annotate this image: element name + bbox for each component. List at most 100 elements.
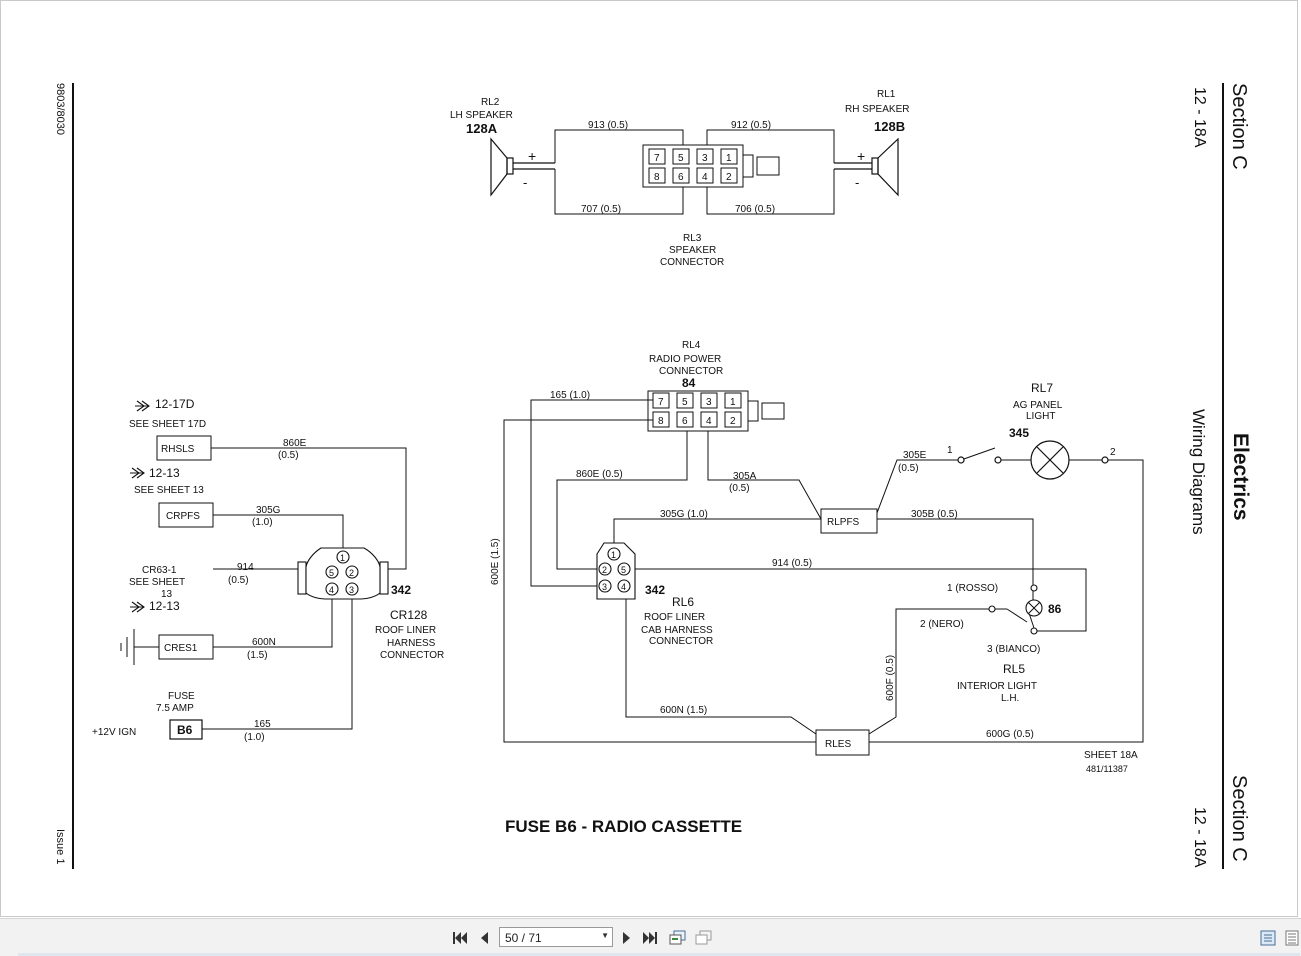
first-page-icon[interactable] [450,928,470,948]
fuse-label: FUSE [168,691,195,702]
cr128-line3: CONNECTOR [380,650,444,661]
cr128-pin: 3 [349,585,354,595]
single-page-view-icon[interactable] [694,928,714,948]
sheet-ref: SHEET 18A [1084,750,1138,761]
rl6-pin: 1 [611,550,616,560]
crpfs-label: CRPFS [166,511,200,522]
wire-600e-label: 600E (1.5) [490,538,501,585]
speaker-connector [642,144,780,188]
wiring-diagram: 9803/8030 Issue 1 Section C 12 - 18A Ele… [54,83,1252,869]
ign-label: +12V IGN [92,727,136,738]
speaker-conn-pin: 8 [654,172,660,183]
rl7-code: RL7 [1031,381,1053,395]
rl5-rosso: 1 (ROSSO) [947,583,998,594]
rl4-code: RL4 [682,340,701,351]
rl4-ref: 84 [682,376,696,390]
page-number-field[interactable]: 50 / 71 ▼ [499,927,613,947]
lh-minus-sign: - [523,175,527,190]
rl5-nero: 2 (NERO) [920,619,964,630]
speaker-conn-pin: 5 [678,153,684,164]
page-indicator: 50 / 71 [505,931,542,945]
cr128-pin: 2 [349,568,354,578]
wire-860e-left-g: (0.5) [278,450,299,461]
section-label-top: Section C [1228,83,1250,170]
rl6-line3: CONNECTOR [649,636,713,647]
section-title: Electrics [1229,433,1252,521]
rl6-code: RL6 [672,595,694,609]
next-page-icon[interactable] [617,928,637,948]
speaker-conn-pin: 1 [726,153,732,164]
main-title: FUSE B6 - RADIO CASSETTE [505,817,742,836]
doc-number: 9803/8030 [54,83,66,135]
wire-913-label: 913 (0.5) [588,120,628,131]
rl6-line1: ROOF LINER [644,612,705,623]
rl4-pin: 3 [706,397,712,408]
wire-165-left: 165 [254,719,271,730]
rh-speaker-ref: 128B [874,119,905,134]
wire-305g-left: 305G [256,505,281,516]
cr128-pin: 5 [329,568,334,578]
wire-165-label: 165 (1.0) [550,390,590,401]
last-page-icon[interactable] [640,928,660,948]
rles-label: RLES [825,739,851,750]
ref-12-17d: 12-17D [155,397,195,411]
rh-speaker-name: RH SPEAKER [845,104,909,115]
wire-305a-gauge: (0.5) [729,483,750,494]
rl7-ref: 345 [1009,426,1029,440]
section-subtitle: Wiring Diagrams [1189,409,1208,535]
cr63-label: CR63-1 [142,565,177,576]
rl6-pin: 4 [621,582,626,592]
wire-860e-label: 860E (0.5) [576,469,623,480]
rh-speaker [834,137,899,197]
wire-305g-left-g: (1.0) [252,517,273,528]
cr128-code: CR128 [390,608,428,622]
speaker-conn-pin: 6 [678,172,684,183]
lh-plus-sign: + [528,148,536,164]
cr128-pin: 4 [329,585,334,595]
cr128-pin: 1 [340,553,345,563]
wire-600f-label: 600F (0.5) [885,655,896,701]
page-number-bottom: 12 - 18A [1191,807,1208,868]
wire-912-label: 912 (0.5) [731,120,771,131]
viewer-toolbar: 50 / 71 ▼ [0,918,1301,956]
wire-305e-gauge: (0.5) [898,463,919,474]
rl6-pin: 2 [602,565,607,575]
rl4-pin: 1 [730,397,736,408]
cres1-label: CRES1 [164,643,198,654]
cr128-ref: 342 [391,583,411,597]
speaker-conn-pin: 2 [726,172,732,183]
wire-305g-label: 305G (1.0) [660,509,708,520]
lh-speaker-code: RL2 [481,97,500,108]
rl5-ref: 86 [1048,602,1062,616]
continuous-view-icon[interactable] [668,928,688,948]
rl4-pin: 7 [658,397,664,408]
scroll-mode-icon[interactable] [1282,928,1301,948]
rl7-line1: AG PANEL [1013,400,1063,411]
wire-914-label: 914 (0.5) [772,558,812,569]
wire-600n-label: 600N (1.5) [660,705,707,716]
rl6-pin: 3 [602,582,607,592]
rl6-line2: CAB HARNESS [641,625,713,636]
wire-165-left-g: (1.0) [244,732,265,743]
rl5-bianco: 3 (BIANCO) [987,644,1040,655]
wire-305a-label: 305A [733,471,757,482]
ag-pin2: 2 [1110,447,1116,458]
rh-plus-sign: + [857,148,865,164]
rh-minus-sign: - [855,175,859,190]
speaker-conn-line1: SPEAKER [669,245,716,256]
wire-706-label: 706 (0.5) [735,204,775,215]
radio-power-connector [647,390,785,432]
ref-12-13-b: 12-13 [149,599,180,613]
chevron-down-icon[interactable]: ▼ [601,931,609,940]
rl4-line1: RADIO POWER [649,354,721,365]
wire-914-left: 914 [237,562,254,573]
wire-600n-left: 600N [252,637,276,648]
see-sheet-13: SEE SHEET 13 [134,485,204,496]
fuse-b6-label: B6 [177,723,193,737]
prev-page-icon[interactable] [474,928,494,948]
rl4-pin: 8 [658,416,664,427]
document-page: 9803/8030 Issue 1 Section C 12 - 18A Ele… [0,0,1298,917]
page-layout-icon[interactable] [1258,928,1278,948]
wire-305b-label: 305B (0.5) [911,509,958,520]
cr128-line1: ROOF LINER [375,625,436,636]
